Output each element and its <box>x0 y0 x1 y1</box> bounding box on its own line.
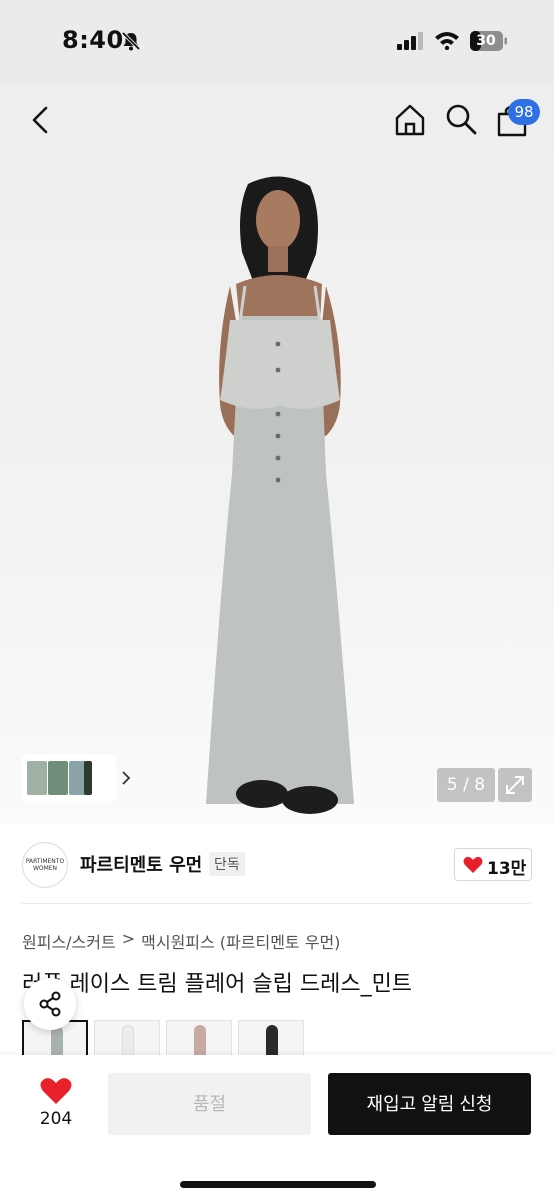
breadcrumb: 원피스/스커트 > 맥시원피스 (파르티멘토 우먼) <box>22 929 340 953</box>
share-button[interactable] <box>24 978 76 1030</box>
thumbnail-preview-button[interactable] <box>22 755 131 801</box>
heart-icon <box>463 856 483 873</box>
product-like-button[interactable]: 204 <box>32 1077 80 1133</box>
brand-like-button[interactable]: 13만 <box>454 848 532 881</box>
color-option-black[interactable] <box>238 1020 304 1060</box>
wifi-icon <box>435 32 459 50</box>
color-options <box>22 1020 304 1060</box>
color-option-white[interactable] <box>94 1020 160 1060</box>
thumbnail-image <box>27 761 47 795</box>
product-title: 러플 레이스 트림 플레어 슬립 드레스_민트 <box>22 972 413 997</box>
product-like-count: 204 <box>39 1109 73 1129</box>
expand-icon[interactable] <box>498 768 532 802</box>
search-button[interactable] <box>444 102 478 136</box>
sold-out-button[interactable]: 품절 <box>108 1073 311 1135</box>
bottom-action-bar: 204 품절 재입고 알림 신청 <box>0 1055 554 1200</box>
cart-count-badge: 98 <box>508 99 540 125</box>
bell-off-icon <box>121 31 141 51</box>
divider <box>22 903 530 904</box>
restock-alert-button[interactable]: 재입고 알림 신청 <box>328 1073 531 1135</box>
product-image-gallery[interactable] <box>0 84 554 824</box>
product-photo <box>206 176 354 814</box>
thumbnail-image <box>48 761 68 795</box>
battery-level: 30 <box>476 33 496 49</box>
status-bar: 8:40 30 <box>0 0 554 84</box>
home-indicator <box>180 1181 376 1188</box>
breadcrumb-category[interactable]: 원피스/스커트 <box>22 929 116 953</box>
thumbnail-image <box>84 761 92 795</box>
color-option-pink[interactable] <box>166 1020 232 1060</box>
status-time: 8:40 <box>62 26 124 54</box>
heart-icon <box>40 1078 72 1104</box>
share-icon <box>39 991 61 1017</box>
breadcrumb-subcategory[interactable]: 맥시원피스 (파르티멘토 우먼) <box>141 929 340 953</box>
back-button[interactable] <box>22 100 58 140</box>
brand-logo-text: PARTIMENTO WOMEN <box>25 858 65 872</box>
brand-like-count: 13만 <box>487 859 527 879</box>
image-page-counter: 5 / 8 <box>437 768 495 802</box>
home-button[interactable] <box>392 102 428 138</box>
brand-logo[interactable]: PARTIMENTO WOMEN <box>22 842 68 888</box>
brand-name-link[interactable]: 파르티멘토 우먼 <box>80 851 202 877</box>
chevron-right-icon <box>122 771 131 785</box>
exclusive-tag: 단독 <box>209 852 245 876</box>
cellular-signal-icon <box>397 32 423 50</box>
breadcrumb-separator: > <box>121 929 136 948</box>
